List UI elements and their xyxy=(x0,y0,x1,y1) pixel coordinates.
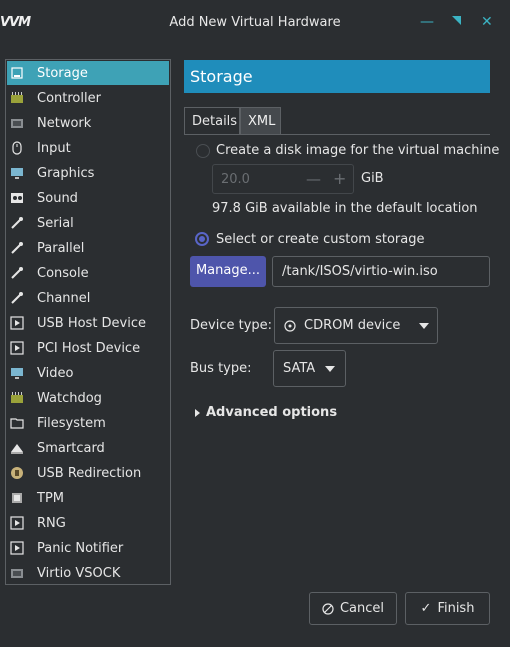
sidebar-item-graphics[interactable]: Graphics xyxy=(7,161,169,185)
plus-icon[interactable]: + xyxy=(333,169,346,188)
minimize-icon[interactable]: — xyxy=(420,14,434,30)
sidebar-item-rng[interactable]: RNG xyxy=(7,511,169,535)
manage-button[interactable]: Manage... xyxy=(190,256,266,287)
cancel-button[interactable]: Cancel xyxy=(309,592,397,625)
sidebar-item-smartcard[interactable]: Smartcard xyxy=(7,436,169,460)
bus-type-value: SATA xyxy=(283,361,316,376)
check-icon: ✓ xyxy=(420,601,432,616)
sound-icon xyxy=(10,191,24,205)
filesystem-icon xyxy=(10,416,24,430)
sidebar-item-input[interactable]: Input xyxy=(7,136,169,160)
sidebar-item-sound[interactable]: Sound xyxy=(7,186,169,210)
sidebar-item-virtio-vsock[interactable]: Virtio VSOCK xyxy=(7,561,169,585)
sidebar-item-channel[interactable]: Channel xyxy=(7,286,169,310)
hardware-type-list: Storage Controller Network Input Graphic… xyxy=(5,59,171,585)
panic-notifier-icon xyxy=(10,541,24,555)
sidebar-item-usb-redirection[interactable]: USB Redirection xyxy=(7,461,169,485)
minus-icon[interactable]: — xyxy=(306,170,321,188)
sidebar-item-controller[interactable]: Controller xyxy=(7,86,169,110)
tab-xml[interactable]: XML xyxy=(240,107,281,134)
parallel-icon xyxy=(10,241,24,255)
custom-storage-radio[interactable] xyxy=(195,232,209,246)
watchdog-icon xyxy=(10,391,24,405)
disk-size-value: 20.0 xyxy=(221,172,250,187)
pci-host-device-icon xyxy=(10,341,24,355)
cancel-icon xyxy=(322,602,334,615)
create-disk-label: Create a disk image for the virtual mach… xyxy=(216,143,500,158)
virtio-vsock-icon xyxy=(10,566,24,580)
sidebar-item-usb-host-device[interactable]: USB Host Device xyxy=(7,311,169,335)
usb-host-device-icon xyxy=(10,316,24,330)
close-icon[interactable]: ✕ xyxy=(481,14,493,30)
advanced-options-label: Advanced options xyxy=(206,405,338,420)
disk-size-stepper[interactable]: 20.0 — + xyxy=(212,164,354,194)
disk-size-unit: GiB xyxy=(361,171,384,186)
chevron-right-icon xyxy=(195,408,200,417)
finish-button[interactable]: ✓ Finish xyxy=(405,592,490,625)
advanced-options-expander[interactable]: Advanced options xyxy=(195,405,337,420)
sidebar-item-video[interactable]: Video xyxy=(7,361,169,385)
chevron-down-icon xyxy=(419,323,429,329)
input-icon xyxy=(10,141,24,155)
console-icon xyxy=(10,266,24,280)
chevron-down-icon xyxy=(325,366,335,372)
device-type-value: CDROM device xyxy=(304,318,401,333)
device-type-label: Device type: xyxy=(190,318,273,333)
graphics-icon xyxy=(10,166,24,180)
sidebar-item-tpm[interactable]: TPM xyxy=(7,486,169,510)
sidebar-item-network[interactable]: Network xyxy=(7,111,169,135)
cdrom-icon xyxy=(284,319,296,332)
available-space-label: 97.8 GiB available in the default locati… xyxy=(212,201,478,216)
sidebar-item-pci-host-device[interactable]: PCI Host Device xyxy=(7,336,169,360)
sidebar-item-watchdog[interactable]: Watchdog xyxy=(7,386,169,410)
controller-icon xyxy=(10,91,24,105)
tpm-icon xyxy=(10,491,24,505)
video-icon xyxy=(10,366,24,380)
bus-type-label: Bus type: xyxy=(190,361,252,376)
usb-redirection-icon xyxy=(10,466,24,480)
sidebar-item-panic-notifier[interactable]: Panic Notifier xyxy=(7,536,169,560)
tab-details[interactable]: Details xyxy=(184,107,240,134)
maximize-icon[interactable] xyxy=(451,14,462,30)
device-type-select[interactable]: CDROM device xyxy=(274,307,438,344)
tab-divider xyxy=(184,134,490,135)
network-icon xyxy=(10,116,24,130)
sidebar-item-serial[interactable]: Serial xyxy=(7,211,169,235)
storage-icon xyxy=(10,66,24,80)
title-bar: VVM Add New Virtual Hardware — ✕ xyxy=(0,0,510,46)
storage-path-input[interactable]: /tank/ISOS/virtio-win.iso xyxy=(272,256,490,287)
serial-icon xyxy=(10,216,24,230)
sidebar-item-filesystem[interactable]: Filesystem xyxy=(7,411,169,435)
sidebar-item-console[interactable]: Console xyxy=(7,261,169,285)
channel-icon xyxy=(10,291,24,305)
rng-icon xyxy=(10,516,24,530)
custom-storage-label: Select or create custom storage xyxy=(216,232,425,247)
page-title: Storage xyxy=(184,60,490,93)
bus-type-select[interactable]: SATA xyxy=(273,350,346,387)
create-disk-radio[interactable] xyxy=(196,144,210,158)
sidebar-item-storage[interactable]: Storage xyxy=(7,61,169,85)
sidebar-item-parallel[interactable]: Parallel xyxy=(7,236,169,260)
smartcard-icon xyxy=(10,441,24,455)
